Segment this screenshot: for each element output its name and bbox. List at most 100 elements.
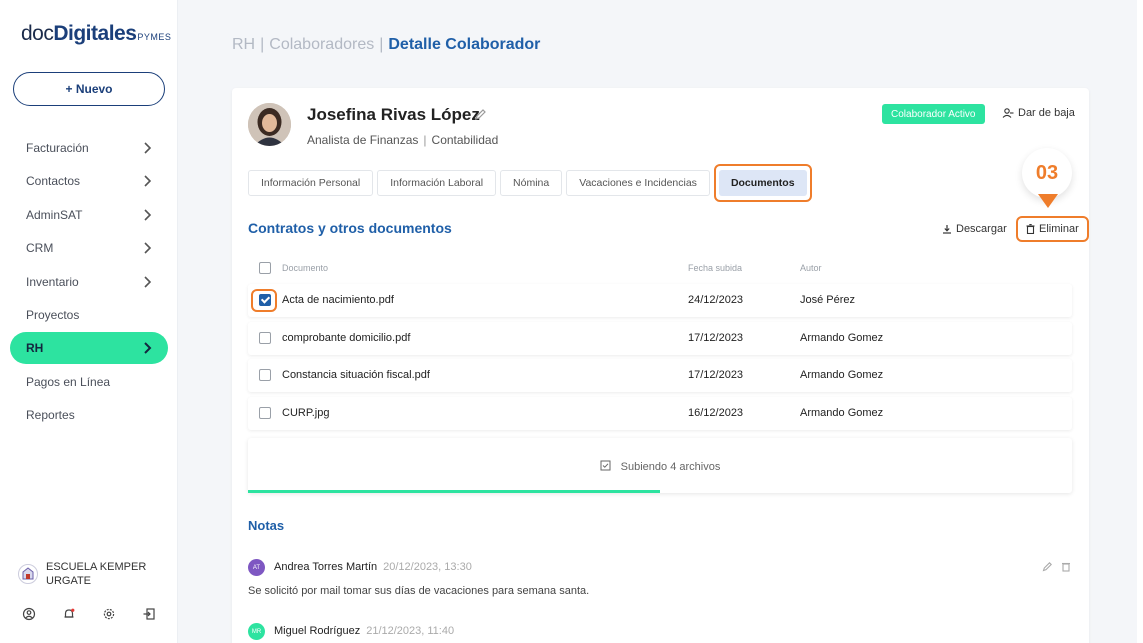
column-document: Documento: [282, 263, 329, 273]
sidebar-item-adminsat[interactable]: AdminSAT: [10, 199, 168, 231]
document-name: Constancia situación fiscal.pdf: [282, 369, 430, 381]
note-date: 20/12/2023, 13:30: [383, 561, 472, 573]
new-button[interactable]: + Nuevo: [13, 72, 165, 106]
row-checkbox[interactable]: [259, 369, 271, 381]
select-all-checkbox[interactable]: [259, 262, 271, 274]
app-logo[interactable]: docDigitalesPYMES: [21, 22, 171, 46]
note-author-avatar: MR: [248, 623, 265, 640]
bell-icon[interactable]: [62, 607, 76, 621]
sidebar-item-label: Proyectos: [26, 307, 80, 322]
window-edge: [1137, 0, 1143, 643]
upload-progress-bar: [248, 490, 660, 493]
chevron-right-icon: [144, 342, 152, 355]
note-date: 21/12/2023, 11:40: [366, 625, 455, 637]
organization-switcher[interactable]: ESCUELA KEMPER URGATE: [18, 560, 156, 588]
sidebar-item-rh[interactable]: RH: [10, 332, 168, 365]
dismiss-label: Dar de baja: [1018, 107, 1075, 119]
breadcrumb-rh[interactable]: RH: [232, 36, 255, 53]
document-date: 24/12/2023: [688, 294, 744, 306]
document-name: comprobante domicilio.pdf: [282, 332, 411, 344]
tab-documentos-highlight[interactable]: Documentos: [713, 164, 812, 202]
notes-section-title: Notas: [248, 518, 285, 533]
note-text: Se solicitó por mail tomar sus días de v…: [248, 585, 590, 597]
dismiss-button[interactable]: Dar de baja: [1002, 107, 1075, 119]
trash-icon: [1026, 224, 1035, 234]
chevron-right-icon: [144, 275, 152, 288]
document-date: 17/12/2023: [688, 369, 744, 381]
employee-detail-card: Josefina Rivas López Analista de Finanza…: [232, 88, 1089, 643]
tab-nomina[interactable]: Nómina: [500, 170, 563, 196]
documents-section-title: Contratos y otros documentos: [248, 220, 452, 236]
employee-title: Analista de Finanzas: [307, 133, 419, 147]
callout-arrow-icon: [1038, 194, 1058, 208]
breadcrumb-separator: |: [260, 36, 265, 53]
checkbox-icon: [600, 460, 611, 471]
logout-icon[interactable]: [142, 607, 156, 621]
tab-vacaciones-incidencias[interactable]: Vacaciones e Incidencias: [566, 170, 710, 196]
note-author: Andrea Torres Martín: [274, 561, 378, 573]
breadcrumb: RH | Colaboradores | Detalle Colaborador: [232, 36, 540, 54]
chevron-right-icon: [144, 142, 152, 154]
download-icon: [943, 225, 951, 234]
sidebar-item-label: RH: [26, 341, 44, 356]
documents-table-header: Documento Fecha subida Autor: [248, 260, 1072, 276]
trash-icon[interactable]: [1061, 559, 1072, 572]
employee-name: Josefina Rivas López: [307, 105, 480, 124]
employee-role: Analista de Finanzas | Contabilidad: [307, 133, 498, 147]
sidebar-item-label: Contactos: [26, 174, 81, 189]
delete-label: Eliminar: [1039, 223, 1079, 235]
document-author: Armando Gomez: [800, 407, 884, 419]
row-checkbox[interactable]: [259, 407, 271, 419]
org-logo-icon: [18, 564, 38, 584]
sidebar-item-label: Facturación: [26, 141, 89, 155]
sidebar-item-inventario[interactable]: Inventario: [10, 266, 168, 298]
sidebar-item-facturacion[interactable]: Facturación: [10, 132, 168, 164]
document-date: 17/12/2023: [688, 332, 744, 344]
chevron-right-icon: [144, 209, 152, 221]
tab-informacion-personal[interactable]: Información Personal: [248, 170, 374, 196]
tab-documentos[interactable]: Documentos: [718, 170, 807, 196]
column-author: Autor: [800, 263, 822, 273]
step-callout: 03: [1022, 148, 1072, 198]
table-row[interactable]: comprobante domicilio.pdf 17/12/2023 Arm…: [248, 322, 1072, 355]
settings-icon[interactable]: [102, 607, 116, 621]
sidebar-item-label: Pagos en Línea: [26, 374, 111, 389]
sidebar-nav: Facturación Contactos AdminSAT CRM Inven…: [10, 132, 168, 433]
table-row[interactable]: Acta de nacimiento.pdf 24/12/2023 José P…: [248, 284, 1072, 317]
table-row[interactable]: CURP.jpg 16/12/2023 Armando Gomez: [248, 397, 1072, 430]
chevron-right-icon: [144, 242, 152, 254]
page-title: Detalle Colaborador: [388, 36, 541, 53]
table-row[interactable]: Constancia situación fiscal.pdf 17/12/20…: [248, 359, 1072, 392]
sidebar-item-label: AdminSAT: [26, 207, 83, 222]
sidebar-item-proyectos[interactable]: Proyectos: [10, 299, 168, 331]
row-checkbox[interactable]: [259, 332, 271, 344]
sidebar-item-label: CRM: [26, 241, 54, 256]
column-upload-date: Fecha subida: [688, 263, 743, 273]
download-button[interactable]: Descargar: [942, 223, 1007, 235]
sidebar-item-pagos-en-linea[interactable]: Pagos en Línea: [10, 366, 168, 398]
pencil-icon[interactable]: [474, 108, 487, 121]
employee-department: Contabilidad: [431, 133, 499, 147]
sidebar-item-contactos[interactable]: Contactos: [10, 165, 168, 197]
breadcrumb-separator: |: [379, 36, 384, 53]
delete-button[interactable]: Eliminar: [1016, 216, 1089, 242]
note-author: Miguel Rodríguez: [274, 625, 361, 637]
sidebar-item-label: Reportes: [26, 408, 75, 423]
note-author-line: Miguel Rodríguez 21/12/2023, 11:40: [274, 625, 454, 637]
user-icon[interactable]: [22, 607, 36, 621]
row-checkbox[interactable]: [259, 294, 271, 306]
note-author-line: Andrea Torres Martín 20/12/2023, 13:30: [274, 561, 472, 573]
note-actions: [1042, 559, 1072, 572]
sidebar-item-label: Inventario: [26, 274, 79, 289]
breadcrumb-colaboradores[interactable]: Colaboradores: [269, 36, 374, 53]
sidebar-item-crm[interactable]: CRM: [10, 232, 168, 264]
document-date: 16/12/2023: [688, 407, 744, 419]
document-author: Armando Gomez: [800, 369, 884, 381]
upload-status: Subiendo 4 archivos: [248, 460, 1072, 473]
pencil-icon[interactable]: [1042, 559, 1053, 572]
document-name: Acta de nacimiento.pdf: [282, 294, 394, 306]
tab-informacion-laboral[interactable]: Información Laboral: [377, 170, 497, 196]
sidebar-item-reportes[interactable]: Reportes: [10, 399, 168, 431]
user-minus-icon: [1002, 108, 1014, 118]
document-author: José Pérez: [800, 294, 856, 306]
